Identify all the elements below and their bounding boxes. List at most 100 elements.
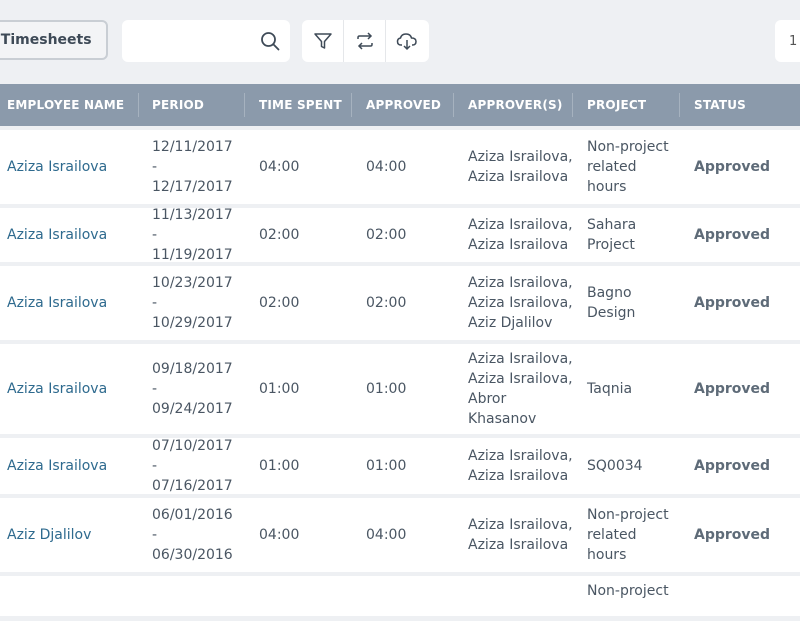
- employee-name-link-line: Aziza Israilova: [7, 295, 108, 311]
- column-header-time-spent[interactable]: TIME SPENT: [259, 84, 342, 126]
- approvers-cell: [468, 576, 573, 621]
- time-spent-cell: [259, 576, 349, 621]
- period-cell-line: 12/17/2017: [152, 179, 233, 195]
- employee-name-link-line: Aziza Israilova: [7, 159, 108, 175]
- project-cell-line: related: [587, 527, 637, 543]
- project-cell: SQ0034: [587, 438, 677, 494]
- column-divider: [351, 93, 352, 117]
- approvers-cell-line: Aziza Israilova,: [468, 371, 573, 387]
- employee-name-link-line: Aziz Djalilov: [7, 527, 92, 543]
- approvers-cell-line: Aziza Israilova,: [468, 149, 573, 165]
- period-cell: 07/10/2017 - 07/16/2017: [152, 438, 242, 494]
- table-row[interactable]: Aziza Israilova 07/10/2017 - 07/16/2017 01:…: [0, 438, 800, 494]
- table-row[interactable]: Aziza Israilova 12/11/2017 - 12/17/2017 04:…: [0, 130, 800, 204]
- period-cell-line: 06/30/2016: [152, 547, 233, 563]
- filter-button[interactable]: [302, 20, 344, 62]
- table-row[interactable]: Aziza Israilova 11/13/2017 - 11/19/2017 02:…: [0, 207, 800, 263]
- employee-name-link[interactable]: Aziza Israilova: [7, 266, 135, 340]
- employee-name-link-line: Aziza Israilova: [7, 227, 108, 243]
- approvers-cell-line: Aziza Israilova,: [468, 295, 573, 311]
- approved-time-cell-line: 01:00: [366, 381, 407, 397]
- status-label: [694, 576, 794, 621]
- search-box: [122, 20, 290, 62]
- column-header-status[interactable]: STATUS: [694, 84, 746, 126]
- time-spent-cell: 01:00: [259, 438, 349, 494]
- project-cell: Non-project related hours: [587, 130, 677, 204]
- table-row[interactable]: Aziz Djalilov 06/01/2016 - 06/30/2016 04:00…: [0, 498, 800, 572]
- approvers-cell: Aziza Israilova, Aziza Israilova: [468, 438, 573, 494]
- status-label-line: Approved: [694, 381, 771, 397]
- approvers-cell-line: Aziza Israilova,: [468, 351, 573, 367]
- approved-time-cell: 01:00: [366, 438, 451, 494]
- table-row[interactable]: Non-project: [0, 576, 800, 616]
- time-spent-cell-line: 02:00: [259, 227, 300, 243]
- employee-name-link[interactable]: Aziza Israilova: [7, 344, 135, 434]
- time-spent-cell-line: 01:00: [259, 458, 300, 474]
- column-divider: [572, 93, 573, 117]
- column-header-project[interactable]: PROJECT: [587, 84, 646, 126]
- download-button[interactable]: [386, 20, 428, 62]
- approvers-cell-line: Aziza Israilova: [468, 537, 569, 553]
- project-cell-line: related: [587, 159, 637, 175]
- project-cell-line: Sahara: [587, 217, 637, 233]
- search-icon[interactable]: [260, 31, 280, 51]
- column-header-period[interactable]: PERIOD: [152, 84, 204, 126]
- project-cell-line: hours: [587, 547, 627, 563]
- approved-time-cell-line: 04:00: [366, 527, 407, 543]
- employee-name-link-line: Aziza Israilova: [7, 458, 108, 474]
- pagination-indicator[interactable]: 1: [775, 20, 800, 62]
- period-cell: 10/23/2017 - 10/29/2017: [152, 266, 242, 340]
- project-cell: Non-project: [587, 576, 677, 621]
- employee-name-link[interactable]: [7, 576, 135, 621]
- time-spent-cell-line: 01:00: [259, 381, 300, 397]
- approvers-cell-line: Aziza Israilova: [468, 237, 569, 253]
- project-cell-line: Project: [587, 237, 635, 253]
- table-row[interactable]: Aziza Israilova 09/18/2017 - 09/24/2017 01:…: [0, 344, 800, 434]
- column-header-employee-name[interactable]: EMPLOYEE NAME: [7, 84, 124, 126]
- toolbar: e Timesheets: [0, 0, 800, 84]
- employee-name-link[interactable]: Aziz Djalilov: [7, 498, 135, 572]
- period-cell-line: 12/11/2017 -: [152, 139, 233, 175]
- project-cell-line: Design: [587, 305, 636, 321]
- project-cell: Sahara Project: [587, 208, 677, 262]
- column-divider: [453, 93, 454, 117]
- project-cell-line: SQ0034: [587, 458, 643, 474]
- period-cell-line: 10/29/2017: [152, 315, 233, 331]
- search-input[interactable]: [132, 30, 256, 54]
- project-cell-line: Bagno: [587, 285, 632, 301]
- swap-arrows-icon: [356, 32, 373, 50]
- approved-time-cell: 04:00: [366, 498, 451, 572]
- approvers-cell: Aziza Israilova, Aziza Israilova, Abror Kha…: [468, 344, 573, 434]
- table-row[interactable]: Aziza Israilova 10/23/2017 - 10/29/2017 02:…: [0, 266, 800, 340]
- approvers-cell-line: Abror: [468, 391, 507, 407]
- table-header: EMPLOYEE NAME PERIOD TIME SPENT APPROVED…: [0, 84, 800, 126]
- column-header-approvers[interactable]: APPROVER(S): [468, 84, 563, 126]
- period-cell: [152, 576, 242, 621]
- approvers-cell: Aziza Israilova, Aziza Israilova, Aziz Dja…: [468, 266, 573, 340]
- refresh-button[interactable]: [344, 20, 386, 62]
- status-label: Approved: [694, 344, 794, 434]
- project-cell-line: Non-project: [587, 583, 669, 599]
- approvers-cell-line: Aziz Djalilov: [468, 315, 553, 331]
- approved-time-cell: 04:00: [366, 130, 451, 204]
- approvers-cell: Aziza Israilova, Aziza Israilova: [468, 498, 573, 572]
- project-cell-line: Taqnia: [587, 381, 633, 397]
- approved-time-cell: 02:00: [366, 208, 451, 262]
- employee-name-link[interactable]: Aziza Israilova: [7, 130, 135, 204]
- approved-time-cell: 01:00: [366, 344, 451, 434]
- employee-name-link[interactable]: Aziza Israilova: [7, 208, 135, 262]
- employee-name-link[interactable]: Aziza Israilova: [7, 438, 135, 494]
- time-spent-cell: 02:00: [259, 208, 349, 262]
- period-cell-line: 06/01/2016 -: [152, 507, 233, 543]
- timesheets-button[interactable]: e Timesheets: [0, 20, 108, 60]
- period-cell-line: 09/24/2017: [152, 401, 233, 417]
- period-cell: 06/01/2016 - 06/30/2016: [152, 498, 242, 572]
- column-divider: [244, 93, 245, 117]
- column-header-approved[interactable]: APPROVED: [366, 84, 441, 126]
- time-spent-cell-line: 02:00: [259, 295, 300, 311]
- period-cell-line: 10/23/2017 -: [152, 275, 233, 311]
- status-label-line: Approved: [694, 527, 771, 543]
- status-label-line: Approved: [694, 295, 771, 311]
- approvers-cell-line: Aziza Israilova: [468, 169, 569, 185]
- approved-time-cell-line: 01:00: [366, 458, 407, 474]
